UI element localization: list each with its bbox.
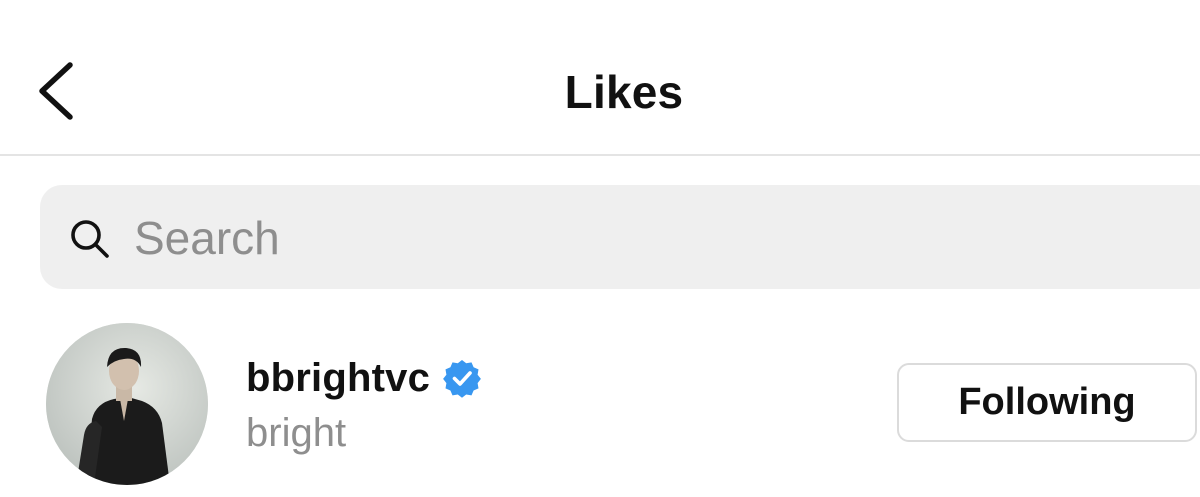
username: bbrightvc — [246, 356, 431, 400]
avatar[interactable] — [46, 323, 208, 485]
search-icon — [71, 220, 109, 258]
full-name: bright — [246, 411, 347, 455]
profile-photo — [46, 323, 208, 485]
following-button[interactable]: Following — [897, 363, 1197, 442]
search-input[interactable] — [134, 206, 834, 270]
verified-badge-icon — [443, 360, 481, 398]
username-row[interactable]: bbrightvc — [246, 350, 482, 406]
page-title: Likes — [564, 66, 684, 118]
nav-header: Likes — [0, 0, 1200, 156]
